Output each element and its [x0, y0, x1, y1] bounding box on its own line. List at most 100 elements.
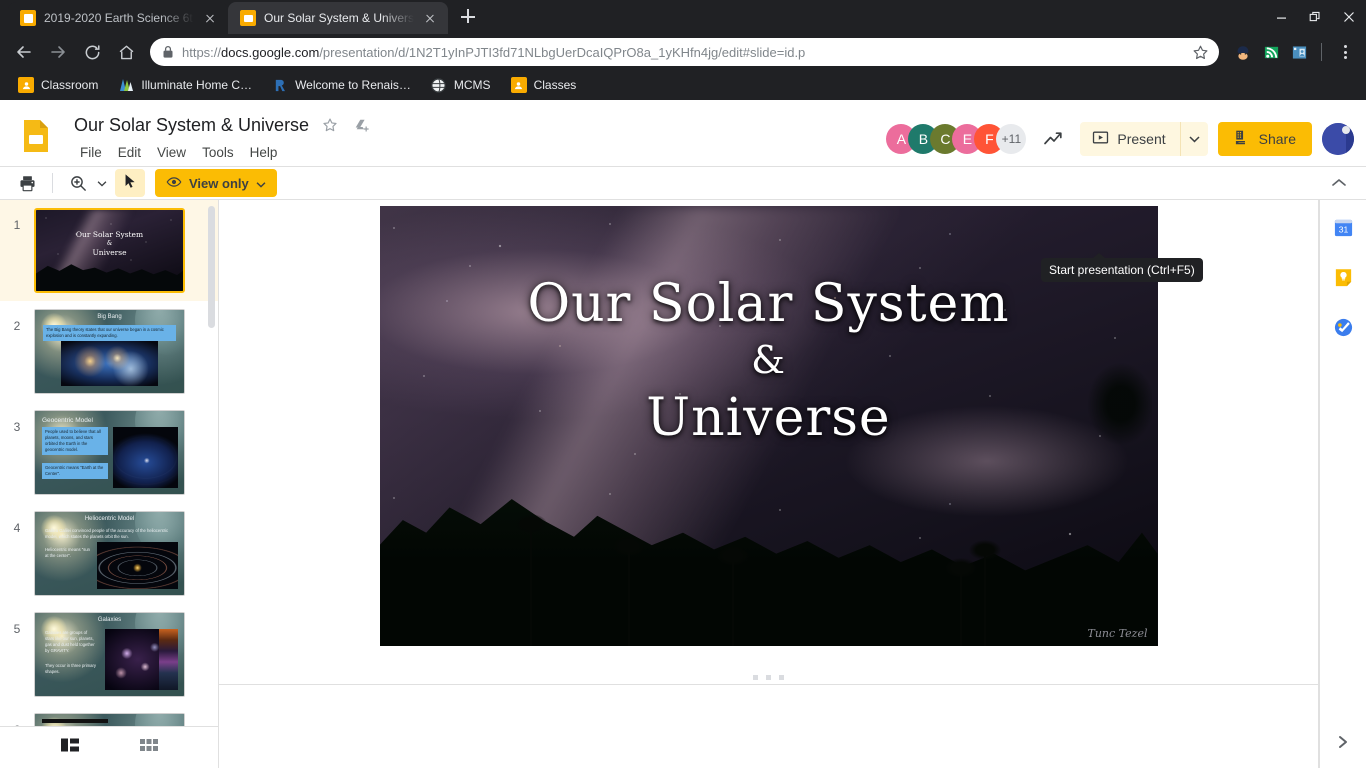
- menu-help[interactable]: Help: [244, 142, 284, 163]
- filmstrip-scrollbar[interactable]: [208, 206, 215, 329]
- document-title[interactable]: Our Solar System & Universe: [74, 115, 309, 136]
- thumb-line: Universe: [92, 248, 127, 258]
- filmstrip-slide-4[interactable]: 4 Heliocentric Model Galileo Galilei con…: [0, 503, 218, 604]
- slide-number: 5: [13, 622, 21, 637]
- thumb-body-2: Heliocentric means "sun at the center".: [45, 547, 91, 559]
- svg-text:31: 31: [1338, 224, 1348, 234]
- filmstrip-slide-3[interactable]: 3 Geocentric Model People used to believ…: [0, 402, 218, 503]
- chevron-down-icon: [256, 176, 266, 191]
- menu-edit[interactable]: Edit: [112, 142, 147, 163]
- slide-thumbnail[interactable]: Galaxies Galaxies are groups of stars li…: [34, 612, 185, 698]
- window-controls: [1264, 0, 1366, 34]
- grid-view-button[interactable]: [139, 737, 159, 758]
- slide-thumbnail[interactable]: Heliocentric Model Galileo Galilei convi…: [34, 511, 185, 597]
- back-button[interactable]: [8, 36, 40, 68]
- menu-tools[interactable]: Tools: [196, 142, 240, 163]
- forward-button[interactable]: [42, 36, 74, 68]
- thumb-heading: Big Bang: [97, 314, 122, 321]
- share-button[interactable]: Share: [1217, 122, 1312, 156]
- tab-close-icon[interactable]: [202, 10, 218, 26]
- bookmark-renaissance[interactable]: Welcome to Renais…: [264, 74, 419, 96]
- menu-view[interactable]: View: [151, 142, 192, 163]
- bookmark-classroom[interactable]: Classroom: [10, 74, 106, 96]
- browser-tab-1[interactable]: 2019-2020 Earth Science 6th Gra: [8, 2, 228, 34]
- thumb-image: [97, 542, 178, 590]
- browser-chrome: 2019-2020 Earth Science 6th Gra Our Sola…: [0, 0, 1366, 100]
- slide-thumbnail[interactable]: Geocentric Model People used to believe …: [34, 410, 185, 496]
- slide-canvas-area: Our Solar System & Universe Tunc Tezel: [219, 200, 1319, 768]
- google-tasks-icon[interactable]: [1332, 316, 1354, 338]
- url-text: https://docs.google.com/presentation/d/1…: [182, 45, 1179, 60]
- slide-thumbnail[interactable]: Our Solar System & Universe: [34, 208, 185, 294]
- contact-card-icon[interactable]: [1287, 40, 1311, 64]
- app-header: Our Solar System & Universe File Edit Vi…: [0, 100, 1366, 282]
- expand-side-panel-button[interactable]: [1320, 734, 1366, 750]
- illuminate-icon: [118, 77, 134, 93]
- slide-thumbnail[interactable]: Big Bang The Big Bang theory states that…: [34, 309, 185, 395]
- google-slides-icon: [16, 116, 56, 156]
- browser-tab-2[interactable]: Our Solar System & Universe - Go: [228, 2, 448, 34]
- activity-trend-icon[interactable]: [1036, 122, 1070, 156]
- filmstrip-slide-1[interactable]: 1 Our Solar System & Universe: [0, 200, 218, 302]
- minimize-button[interactable]: [1264, 0, 1298, 34]
- present-dropdown-button[interactable]: [1179, 122, 1208, 156]
- restore-button[interactable]: [1298, 0, 1332, 34]
- slide-number: 2: [13, 319, 21, 334]
- thumb-heading: Galaxies: [97, 617, 122, 624]
- rss-cast-icon[interactable]: [1259, 40, 1283, 64]
- view-only-label: View only: [189, 175, 249, 191]
- star-icon[interactable]: [319, 114, 341, 136]
- reload-button[interactable]: [76, 36, 108, 68]
- bookmarks-bar: Classroom Illuminate Home C… Welcome to …: [0, 70, 1366, 100]
- home-button[interactable]: [110, 36, 142, 68]
- close-button[interactable]: [1332, 0, 1366, 34]
- tab-close-icon[interactable]: [422, 10, 438, 26]
- filmstrip-slide-5[interactable]: 5 Galaxies Galaxies are groups of stars …: [0, 604, 218, 705]
- present-button[interactable]: Present: [1080, 122, 1180, 156]
- thumb-heading: Heliocentric Model: [84, 516, 135, 523]
- collapse-toolbar-button[interactable]: [1324, 169, 1354, 197]
- bookmark-label: Illuminate Home C…: [141, 78, 253, 92]
- view-only-button[interactable]: View only: [155, 169, 277, 198]
- bookmark-label: Welcome to Renais…: [295, 78, 411, 92]
- filmstrip-view-button[interactable]: [60, 737, 80, 758]
- google-keep-icon[interactable]: [1332, 266, 1354, 288]
- slide-filmstrip[interactable]: 1 Our Solar System & Universe 2 Big Bang…: [0, 200, 219, 768]
- move-to-drive-icon[interactable]: [351, 114, 373, 136]
- filmstrip-slide-2[interactable]: 2 Big Bang The Big Bang theory states th…: [0, 301, 218, 402]
- bookmark-illuminate[interactable]: Illuminate Home C…: [110, 74, 260, 96]
- url-path: /presentation/d/1N2T1yInPJTI3fd71NLbgUer…: [319, 44, 806, 60]
- share-building-icon: [1234, 129, 1251, 149]
- avatar-overflow-count[interactable]: +11: [996, 124, 1027, 154]
- extensions-area: [1227, 39, 1358, 65]
- address-bar[interactable]: https://docs.google.com/presentation/d/1…: [150, 38, 1219, 66]
- google-calendar-icon[interactable]: 31: [1332, 216, 1354, 238]
- classroom-favicon-icon: [20, 10, 36, 26]
- slide-title-line-3: Universe: [646, 388, 891, 449]
- bookmark-classes[interactable]: Classes: [503, 74, 585, 96]
- bookmark-label: Classes: [533, 78, 577, 92]
- slide-number: 4: [13, 521, 21, 536]
- avatar-extension-icon[interactable]: [1231, 40, 1255, 64]
- zoom-in-button[interactable]: [63, 169, 93, 197]
- slide-number: 1: [13, 218, 21, 233]
- thumbnail-art: Geocentric Model People used to believe …: [35, 411, 184, 495]
- select-cursor-button[interactable]: [115, 169, 145, 198]
- user-avatar[interactable]: [1322, 123, 1354, 155]
- thumbnail-art: Our Solar System & Universe: [36, 210, 183, 292]
- three-dot-menu-icon[interactable]: [1332, 39, 1358, 65]
- classroom-icon: [510, 77, 527, 93]
- menu-file[interactable]: File: [74, 142, 108, 163]
- bookmark-star-icon[interactable]: [1187, 39, 1213, 65]
- globe-icon: [431, 77, 447, 93]
- slide-title-line-2: &: [751, 338, 786, 383]
- lock-icon: [162, 45, 174, 59]
- bookmark-mcms[interactable]: MCMS: [423, 74, 499, 96]
- url-host: docs.google.com: [221, 44, 320, 60]
- print-button[interactable]: [12, 169, 42, 197]
- new-tab-button[interactable]: [454, 3, 482, 31]
- title-row: Our Solar System & Universe: [74, 110, 886, 140]
- zoom-dropdown-button[interactable]: [93, 169, 111, 197]
- notes-resize-handle[interactable]: [219, 670, 1318, 684]
- thumb-body: The Big Bang theory states that our univ…: [43, 325, 176, 342]
